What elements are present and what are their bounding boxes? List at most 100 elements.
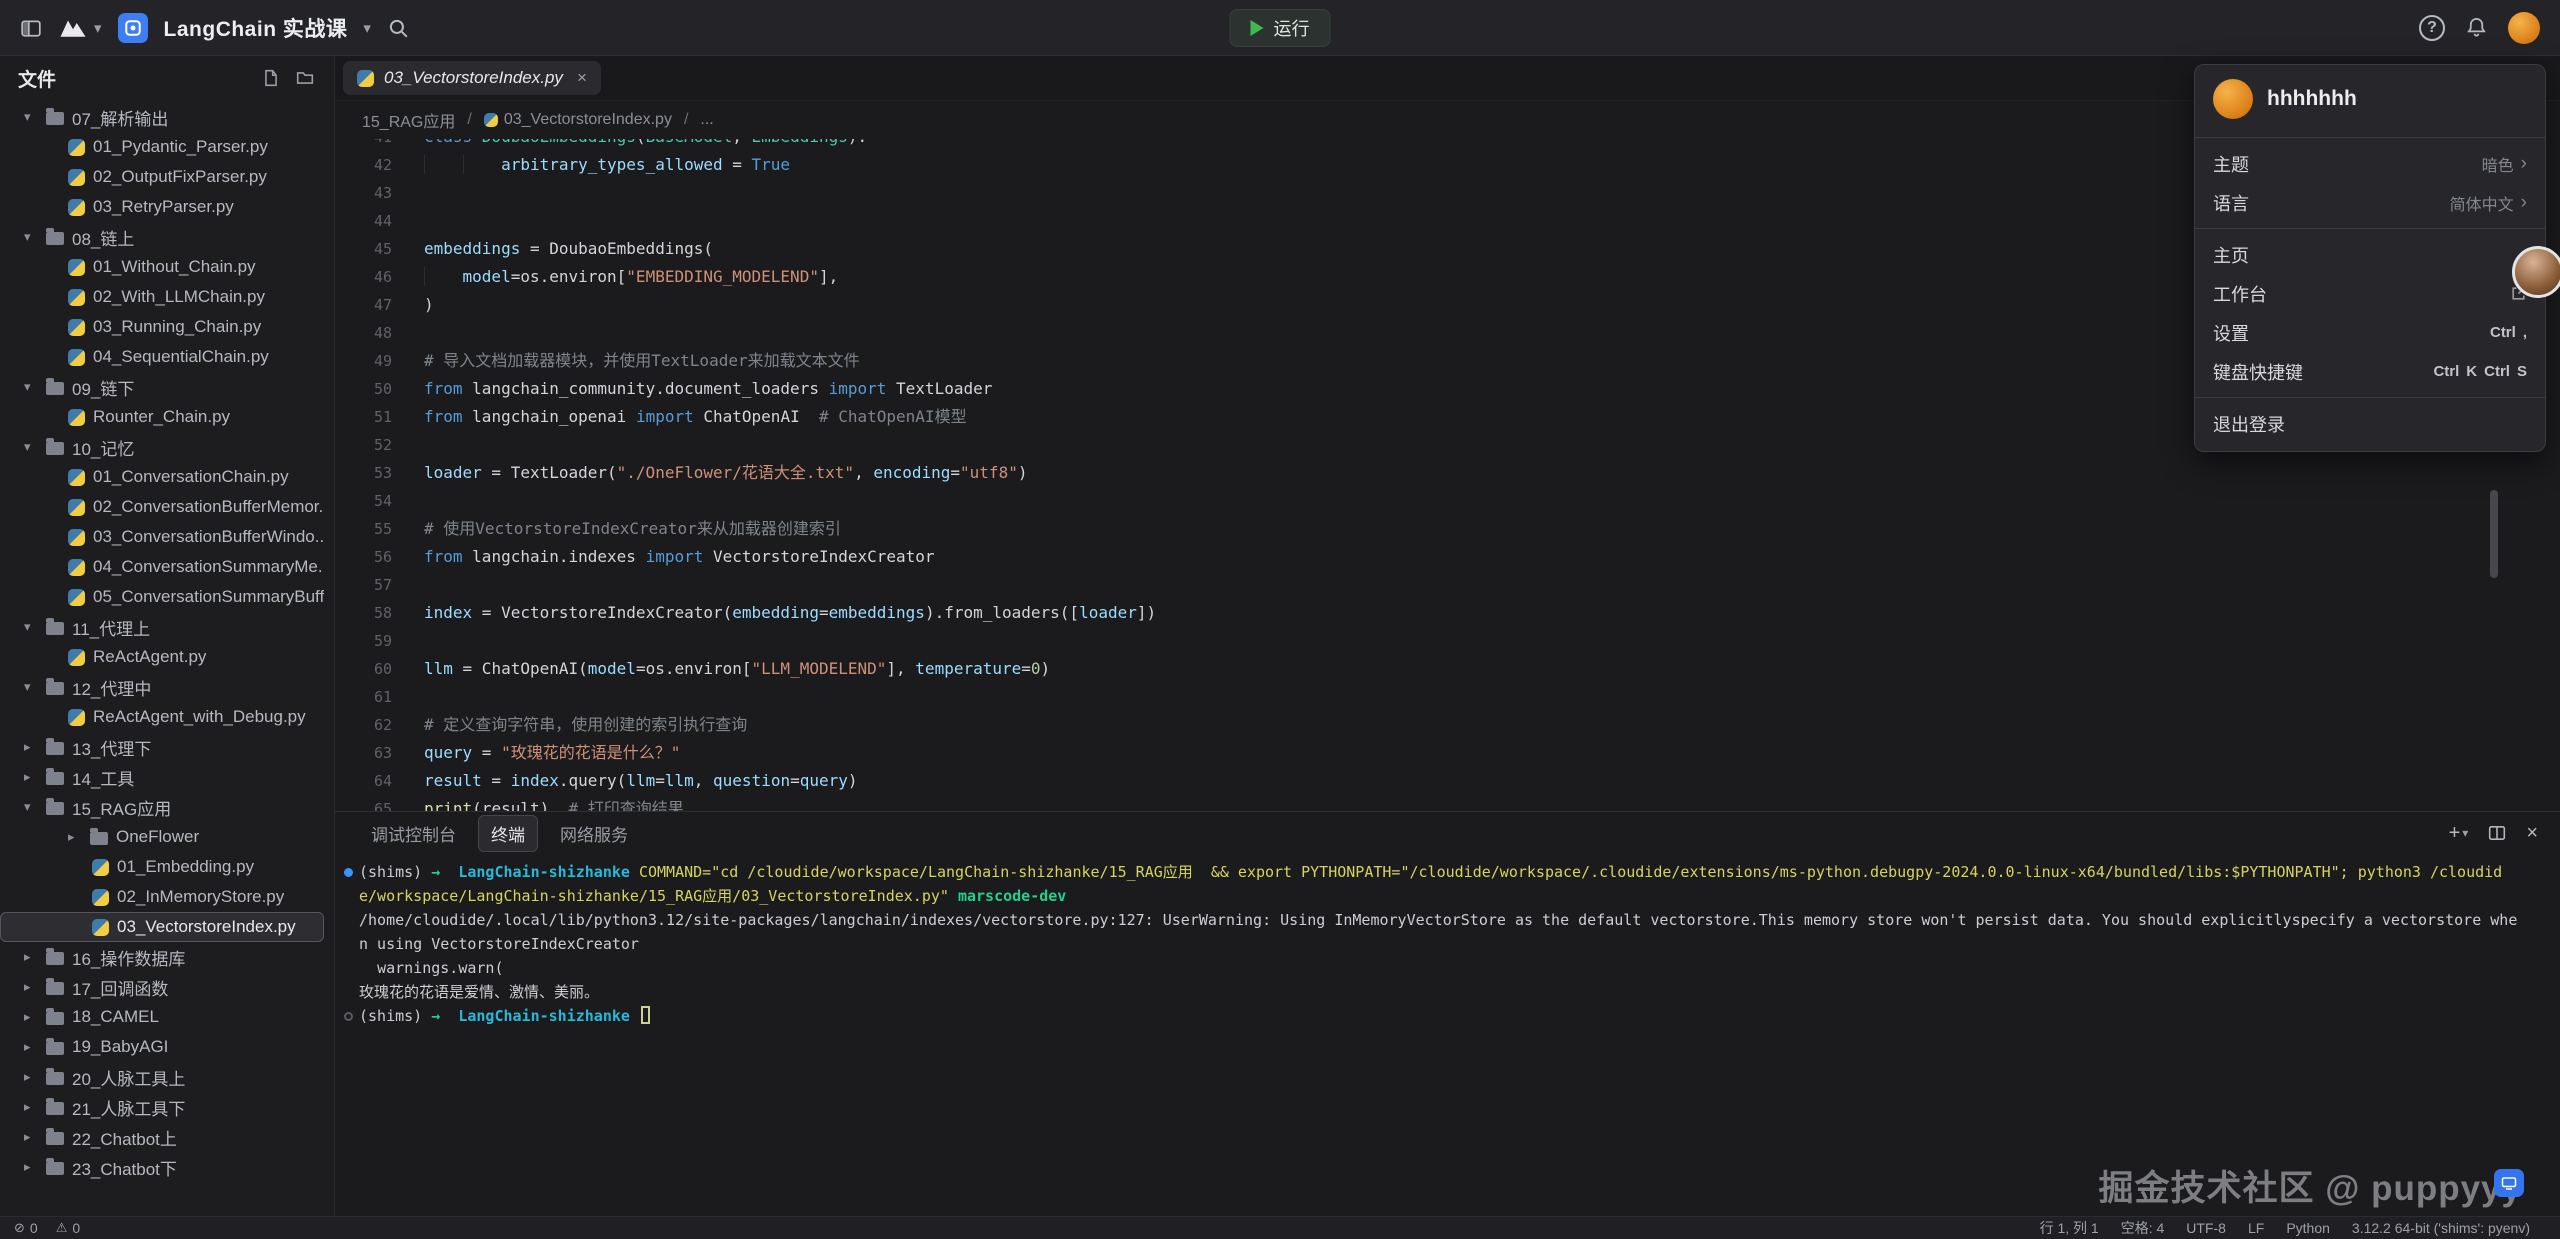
line-number: 47 (335, 291, 392, 319)
tree-folder[interactable]: ▸20_人脉工具上 (0, 1062, 324, 1092)
tree-folder[interactable]: ▸23_Chatbot下 (0, 1152, 324, 1182)
status-item[interactable]: Python (2286, 1220, 2330, 1236)
tree-file[interactable]: 02_OutputFixParser.py (0, 162, 324, 192)
menu-item-language[interactable]: 语言简体中文› (2195, 183, 2545, 222)
line-number: 52 (335, 431, 392, 459)
editor-scrollbar[interactable] (2490, 490, 2498, 578)
tree-item-label: 03_Running_Chain.py (93, 317, 261, 337)
tree-file[interactable]: ReActAgent_with_Debug.py (0, 702, 324, 732)
close-tab-icon[interactable]: × (577, 68, 587, 88)
chevron-down-icon: ▾ (2462, 826, 2468, 840)
code-line: 56from langchain.indexes import Vectorst… (335, 543, 2560, 571)
tree-file[interactable]: 02_ConversationBufferMemor... (0, 492, 324, 522)
terminal-cursor (641, 1006, 650, 1024)
python-file-icon (68, 139, 85, 156)
tree-folder[interactable]: ▸18_CAMEL (0, 1002, 324, 1032)
panel-tab[interactable]: 终端 (478, 815, 538, 852)
tree-file[interactable]: 01_ConversationChain.py (0, 462, 324, 492)
tree-folder[interactable]: ▸OneFlower (0, 822, 324, 852)
tree-folder[interactable]: ▾08_链上 (0, 222, 324, 252)
panel-tab[interactable]: 网络服务 (548, 816, 640, 851)
status-item[interactable]: 空格: 4 (2121, 1218, 2165, 1238)
tree-file[interactable]: 02_InMemoryStore.py (0, 882, 324, 912)
line-number: 61 (335, 683, 392, 711)
tree-folder[interactable]: ▸22_Chatbot上 (0, 1122, 324, 1152)
tree-folder[interactable]: ▾15_RAG应用 (0, 792, 324, 822)
project-icon[interactable] (118, 13, 148, 43)
tree-folder[interactable]: ▾07_解析输出 (0, 102, 324, 132)
tree-folder[interactable]: ▾10_记忆 (0, 432, 324, 462)
tree-folder[interactable]: ▾09_链下 (0, 372, 324, 402)
new-file-icon[interactable] (262, 69, 280, 87)
warning-icon: ⚠ (56, 1220, 68, 1236)
split-terminal-icon[interactable] (2488, 824, 2506, 842)
folder-icon (46, 622, 64, 635)
help-icon[interactable]: ? (2419, 15, 2445, 41)
tree-file[interactable]: 04_SequentialChain.py (0, 342, 324, 372)
tree-folder[interactable]: ▸19_BabyAGI (0, 1032, 324, 1062)
tree-file[interactable]: ReActAgent.py (0, 642, 324, 672)
sidebar-toggle-icon[interactable] (20, 17, 42, 39)
breadcrumb-item[interactable]: ... (700, 111, 713, 129)
tree-file[interactable]: 04_ConversationSummaryMe... (0, 552, 324, 582)
menu-item-theme[interactable]: 主题暗色› (2195, 144, 2545, 183)
tree-file[interactable]: 01_Without_Chain.py (0, 252, 324, 282)
menu-item-logout[interactable]: 退出登录 (2195, 404, 2545, 443)
tree-item-label: 19_BabyAGI (72, 1037, 168, 1057)
menu-item-workspace[interactable]: 工作台 (2195, 274, 2545, 313)
tree-folder[interactable]: ▸14_工具 (0, 762, 324, 792)
tree-file[interactable]: 03_VectorstoreIndex.py (0, 912, 324, 942)
tree-file[interactable]: 01_Embedding.py (0, 852, 324, 882)
menu-item-shortcuts[interactable]: 键盘快捷键CtrlKCtrlS (2195, 352, 2545, 391)
new-terminal-button[interactable]: + ▾ (2449, 822, 2469, 845)
tree-folder[interactable]: ▸16_操作数据库 (0, 942, 324, 972)
assistant-avatar[interactable] (2512, 246, 2560, 298)
status-item[interactable]: 行 1, 列 1 (2040, 1218, 2099, 1238)
menu-item-settings[interactable]: 设置Ctrl, (2195, 313, 2545, 352)
tree-file[interactable]: 02_With_LLMChain.py (0, 282, 324, 312)
tree-item-label: 02_With_LLMChain.py (93, 287, 265, 307)
python-file-icon (68, 349, 85, 366)
breadcrumb-item[interactable]: 15_RAG应用 (362, 108, 455, 132)
notifications-bell-icon[interactable] (2465, 16, 2488, 39)
tree-file[interactable]: Rounter_Chain.py (0, 402, 324, 432)
editor-tab[interactable]: 03_VectorstoreIndex.py × (343, 61, 601, 95)
tree-file[interactable]: 03_RetryParser.py (0, 192, 324, 222)
line-number: 56 (335, 543, 392, 571)
search-icon[interactable] (387, 17, 409, 39)
user-avatar[interactable] (2508, 12, 2540, 44)
menu-item-home[interactable]: 主页 (2195, 235, 2545, 274)
python-file-icon (68, 289, 85, 306)
status-item[interactable]: 3.12.2 64-bit ('shims': pyenv) (2352, 1220, 2530, 1236)
breadcrumb-item[interactable]: 03_VectorstoreIndex.py (484, 111, 672, 129)
tree-file[interactable]: 03_Running_Chain.py (0, 312, 324, 342)
panel-tab[interactable]: 调试控制台 (359, 816, 468, 851)
folder-icon (46, 682, 64, 695)
problems-warnings[interactable]: ⚠ 0 (56, 1220, 80, 1236)
folder-icon (46, 952, 64, 965)
run-button[interactable]: 运行 (1230, 9, 1331, 47)
chevron-right-icon: ▸ (24, 1009, 46, 1025)
tree-folder[interactable]: ▾12_代理中 (0, 672, 324, 702)
new-folder-icon[interactable] (296, 69, 314, 87)
tree-file[interactable]: 05_ConversationSummaryBuff... (0, 582, 324, 612)
chevron-right-icon: ▸ (24, 979, 46, 995)
problems-errors[interactable]: ⊘ 0 (14, 1220, 38, 1236)
chevron-right-icon: ▸ (24, 739, 46, 755)
tree-folder[interactable]: ▾11_代理上 (0, 612, 324, 642)
status-item[interactable]: UTF-8 (2186, 1220, 2226, 1236)
tree-folder[interactable]: ▸17_回调函数 (0, 972, 324, 1002)
marscode-logo[interactable]: ▾ (58, 16, 102, 40)
tree-folder[interactable]: ▸21_人脉工具下 (0, 1092, 324, 1122)
tree-file[interactable]: 03_ConversationBufferWindo... (0, 522, 324, 552)
close-panel-icon[interactable]: × (2526, 822, 2538, 845)
project-title[interactable]: LangChain 实战课 (164, 13, 348, 43)
line-number: 42 (335, 151, 392, 179)
folder-icon (46, 1072, 64, 1085)
tree-file[interactable]: 01_Pydantic_Parser.py (0, 132, 324, 162)
floating-helper-button[interactable] (2494, 1169, 2524, 1197)
project-chevron-down-icon[interactable]: ▾ (363, 19, 371, 37)
tree-folder[interactable]: ▸13_代理下 (0, 732, 324, 762)
menu-item-value: 暗色 (2482, 152, 2514, 176)
status-item[interactable]: LF (2248, 1220, 2264, 1236)
